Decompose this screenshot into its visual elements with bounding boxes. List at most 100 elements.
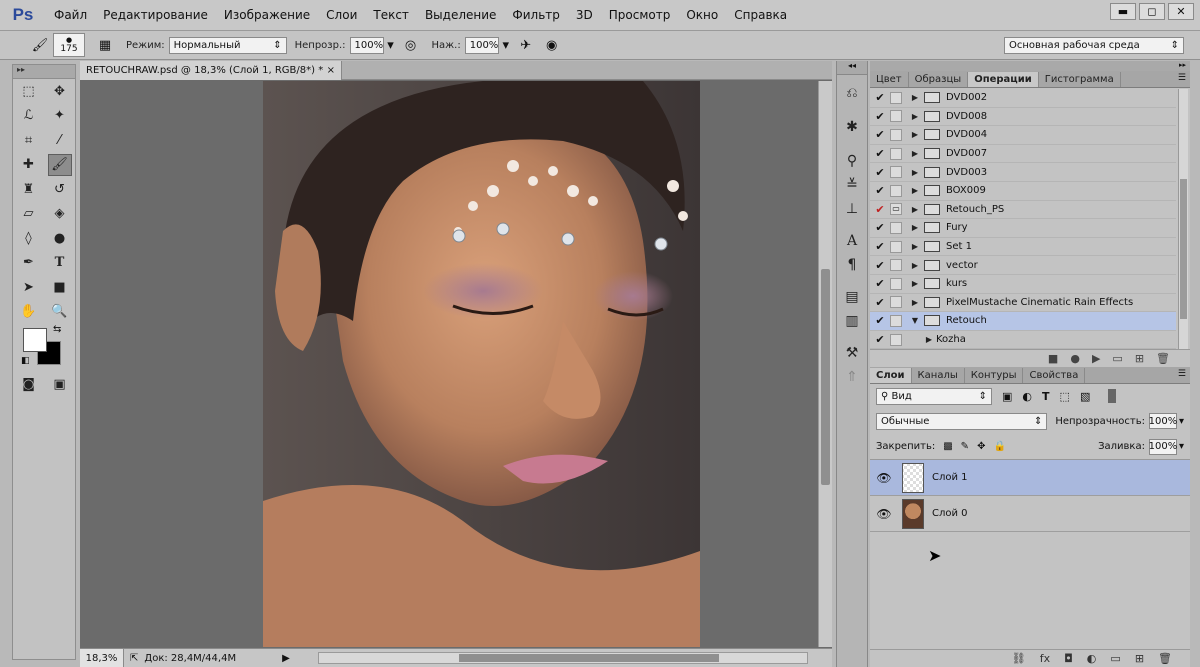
- adjustment-filter-icon[interactable]: ◐: [1022, 390, 1032, 403]
- menu-item[interactable]: Файл: [46, 0, 95, 31]
- chevron-right-icon[interactable]: ▶: [908, 242, 922, 251]
- tab-2[interactable]: Операции: [968, 72, 1039, 87]
- link-layers-icon[interactable]: ⛓: [1012, 652, 1026, 665]
- history-panel-icon[interactable]: ⎌: [837, 81, 867, 105]
- action-set-row[interactable]: ✔ ▶ BOX009: [870, 182, 1176, 201]
- action-set-row[interactable]: ✔ ▶ PixelMustache Cinematic Rain Effects: [870, 294, 1176, 313]
- brush-panel-icon[interactable]: ▦: [95, 35, 115, 55]
- dialog-toggle[interactable]: [890, 240, 902, 253]
- history-brush-icon[interactable]: ↺: [48, 178, 72, 200]
- blend-mode-dropdown[interactable]: Обычные ⇕: [876, 412, 1048, 430]
- chevron-right-icon[interactable]: ▶: [922, 335, 936, 344]
- document-canvas[interactable]: [263, 81, 700, 647]
- chevron-right-icon[interactable]: ▶: [908, 168, 922, 177]
- healing-brush-icon[interactable]: ✚: [17, 154, 41, 176]
- check-icon[interactable]: ✔: [870, 203, 890, 216]
- action-set-row[interactable]: ✔ ▶ Fury: [870, 219, 1176, 238]
- chevron-right-icon[interactable]: ▶: [908, 223, 922, 232]
- action-set-row[interactable]: ✔ ▶ kurs: [870, 275, 1176, 294]
- brush-tool-icon[interactable]: 🖌: [47, 153, 72, 176]
- zoom-level[interactable]: 18,3%: [80, 648, 124, 667]
- opacity-dropdown-button[interactable]: ▾: [384, 35, 398, 55]
- path-selection-icon[interactable]: ➤: [17, 276, 41, 298]
- 3d-panel-icon[interactable]: ⇑: [837, 365, 867, 389]
- check-icon[interactable]: ✔: [870, 128, 890, 141]
- restore-button[interactable]: ◻: [1139, 3, 1165, 20]
- horizontal-scrollbar[interactable]: [318, 652, 808, 664]
- check-icon[interactable]: ✔: [870, 91, 890, 104]
- panel-menu-icon[interactable]: ☰: [1178, 369, 1186, 379]
- menu-item[interactable]: Слои: [318, 0, 365, 31]
- crop-tool-icon[interactable]: ⌗: [17, 129, 41, 151]
- tool-presets-icon[interactable]: ⚒: [837, 341, 867, 365]
- layer-opacity-dropdown[interactable]: ▾: [1179, 416, 1184, 427]
- tablet-size-icon[interactable]: ◉: [542, 35, 562, 55]
- pen-tool-icon[interactable]: ✒: [17, 252, 41, 274]
- layer-tab-2[interactable]: Контуры: [965, 368, 1024, 383]
- pressure-input[interactable]: 100%: [464, 36, 499, 54]
- dialog-toggle[interactable]: [890, 296, 902, 309]
- dialog-toggle[interactable]: [890, 184, 902, 197]
- action-set-row[interactable]: ✔ ▶ DVD008: [870, 108, 1176, 127]
- swap-colors-icon[interactable]: ⇆: [53, 324, 61, 335]
- clone-source-icon[interactable]: ⊥: [837, 197, 867, 221]
- clone-stamp-icon[interactable]: ♜: [17, 178, 41, 200]
- filter-toggle[interactable]: [1108, 389, 1117, 403]
- marquee-tool-icon[interactable]: ⬚: [17, 80, 41, 102]
- chevron-right-icon[interactable]: ▶: [908, 261, 922, 270]
- check-icon[interactable]: ✔: [870, 221, 890, 234]
- airbrush-icon[interactable]: ✈: [516, 35, 536, 55]
- status-menu-arrow-icon[interactable]: ▶: [282, 653, 290, 664]
- action-set-row[interactable]: ✔ ▶ vector: [870, 256, 1176, 275]
- chevron-right-icon[interactable]: ▶: [908, 205, 922, 214]
- layer-tab-0[interactable]: Слои: [870, 368, 912, 383]
- mode-dropdown[interactable]: Нормальный ⇕: [168, 36, 287, 54]
- rectangle-tool-icon[interactable]: ■: [48, 276, 72, 298]
- dialog-toggle[interactable]: [890, 333, 902, 346]
- eye-icon[interactable]: 👁: [870, 507, 898, 521]
- lock-position-icon[interactable]: ✥: [977, 441, 985, 452]
- brush-presets-icon[interactable]: ⚲: [837, 149, 867, 173]
- chevron-right-icon[interactable]: ▶: [908, 130, 922, 139]
- action-set-row[interactable]: ✔ ▶ Set 1: [870, 238, 1176, 257]
- pressure-dropdown-button[interactable]: ▾: [499, 35, 513, 55]
- eraser-icon[interactable]: ▱: [17, 203, 41, 225]
- type-tool-icon[interactable]: T: [48, 252, 72, 274]
- minimize-button[interactable]: ▬: [1110, 3, 1136, 20]
- lock-pixels-icon[interactable]: ✎: [961, 441, 969, 452]
- move-tool-icon[interactable]: ✥: [48, 80, 72, 102]
- layer-filter-dropdown[interactable]: ⚲ Вид ⇕: [876, 387, 992, 405]
- menu-item[interactable]: Фильтр: [504, 0, 567, 31]
- paint-bucket-icon[interactable]: ◈: [48, 203, 72, 225]
- check-icon[interactable]: ✔: [870, 110, 890, 123]
- action-set-row[interactable]: ✔ ▶ DVD004: [870, 126, 1176, 145]
- check-icon[interactable]: ✔: [870, 240, 890, 253]
- export-icon[interactable]: ⇱: [130, 653, 138, 664]
- eye-icon[interactable]: 👁: [870, 471, 898, 485]
- vertical-scrollbar[interactable]: [818, 81, 832, 647]
- fill-dropdown[interactable]: ▾: [1179, 441, 1184, 452]
- action-set-row[interactable]: ✔ ▶ DVD002: [870, 89, 1176, 108]
- new-layer-icon[interactable]: ⊞: [1135, 652, 1144, 665]
- layer-tab-1[interactable]: Каналы: [912, 368, 965, 383]
- stop-icon[interactable]: ■: [1048, 352, 1058, 365]
- action-set-row[interactable]: ✔ ▭ ▶ Retouch_PS: [870, 201, 1176, 220]
- document-tab[interactable]: RETOUCHRAW.psd @ 18,3% (Слой 1, RGB/8*) …: [80, 61, 342, 80]
- tab-3[interactable]: Гистограмма: [1039, 72, 1121, 87]
- panel-menu-icon[interactable]: ☰: [1178, 73, 1186, 83]
- close-button[interactable]: ✕: [1168, 3, 1194, 20]
- new-set-icon[interactable]: ▭: [1112, 352, 1122, 365]
- dialog-toggle[interactable]: [890, 166, 902, 179]
- opacity-input[interactable]: 100%: [349, 36, 384, 54]
- record-icon[interactable]: ●: [1070, 352, 1080, 365]
- adjustments-icon[interactable]: ≚: [837, 173, 867, 197]
- character-panel-icon[interactable]: A: [837, 229, 867, 253]
- horizontal-scroll-thumb[interactable]: [459, 654, 719, 662]
- layer-row[interactable]: 👁 Слой 1: [870, 460, 1190, 496]
- default-colors-icon[interactable]: ◧: [21, 356, 30, 366]
- action-row[interactable]: ✔ ▶ Kozha: [870, 331, 1176, 350]
- chevron-right-icon[interactable]: ▶: [908, 93, 922, 102]
- check-icon[interactable]: ✔: [870, 277, 890, 290]
- fx-icon[interactable]: fx: [1040, 652, 1050, 665]
- chevron-right-icon[interactable]: ▶: [908, 279, 922, 288]
